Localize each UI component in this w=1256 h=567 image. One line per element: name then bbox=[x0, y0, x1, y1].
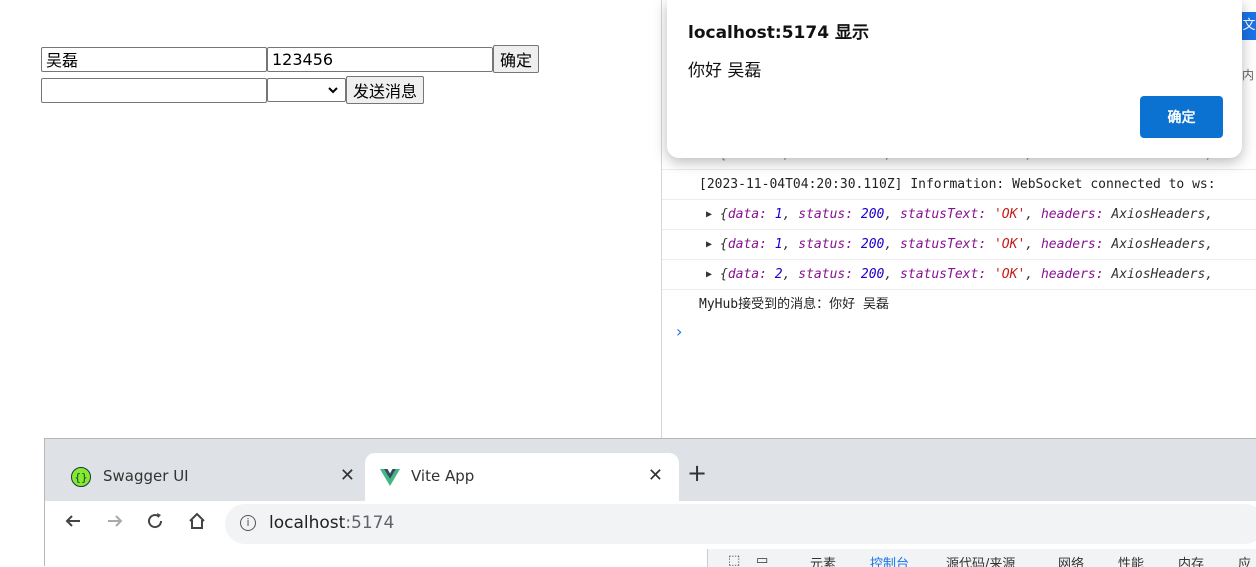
reload-icon[interactable] bbox=[145, 511, 165, 536]
console-log-text: MyHub接受到的消息：你好 吴磊 bbox=[699, 297, 889, 312]
tab-network[interactable]: 网络 bbox=[1058, 553, 1084, 567]
recipient-select[interactable] bbox=[267, 78, 346, 102]
language-button[interactable]: 文 bbox=[1242, 12, 1256, 40]
url-text: localhost:5174 bbox=[269, 513, 395, 533]
swagger-icon: {} bbox=[71, 467, 91, 487]
tab-application[interactable]: 应 bbox=[1238, 553, 1251, 567]
username-input[interactable] bbox=[41, 46, 267, 72]
forward-arrow-icon[interactable] bbox=[105, 511, 125, 536]
console-object[interactable]: {data: 1, status: 200, statusText: 'OK',… bbox=[720, 230, 1213, 259]
console-line: ▶ {data: 1, status: 200, statusText: 'OK… bbox=[662, 230, 1256, 260]
expand-triangle-icon[interactable]: ▶ bbox=[706, 200, 712, 229]
back-arrow-icon[interactable] bbox=[63, 511, 83, 536]
console-line: ▶ {data: 2, status: 200, statusText: 'OK… bbox=[662, 260, 1256, 290]
message-input[interactable] bbox=[41, 77, 267, 103]
tab-memory[interactable]: 内存 bbox=[1178, 553, 1204, 567]
devtools-device-icon[interactable]: ▭ bbox=[756, 553, 768, 567]
console-object[interactable]: {data: 1, status: 200, statusText: 'OK',… bbox=[720, 200, 1213, 229]
console-log-text: [2023-11-04T04:20:30.110Z] Information: … bbox=[699, 177, 1216, 192]
address-bar[interactable]: i localhost:5174 bbox=[225, 504, 1256, 544]
tab-vite-app[interactable]: Vite App ✕ bbox=[365, 453, 679, 501]
expand-triangle-icon[interactable]: ▶ bbox=[706, 230, 712, 259]
devtools-top-strip: 文 内 bbox=[1240, 0, 1256, 140]
alert-ok-button[interactable]: 确定 bbox=[1140, 96, 1223, 138]
tab-performance[interactable]: 性能 bbox=[1118, 553, 1144, 567]
tab-console[interactable]: 控制台 bbox=[870, 553, 909, 567]
console-line: ▶ {data: 1, status: 200, statusText: 'OK… bbox=[662, 200, 1256, 230]
tab-label: Vite App bbox=[411, 467, 475, 485]
tab-swagger-ui[interactable]: {} Swagger UI ✕ bbox=[57, 453, 371, 501]
console-prompt-icon[interactable]: › bbox=[676, 322, 682, 341]
login-row: 确定 bbox=[41, 45, 540, 73]
page-bottom-strip: ⬚ ▭ 元素 控制台 源代码/来源 网络 性能 内存 应 bbox=[45, 549, 1256, 567]
password-input[interactable] bbox=[267, 46, 493, 72]
tab-label: Swagger UI bbox=[103, 467, 189, 485]
info-icon[interactable]: i bbox=[240, 515, 256, 531]
send-message-button[interactable]: 发送消息 bbox=[346, 76, 425, 104]
svg-text:{}: {} bbox=[74, 471, 87, 484]
message-row: 发送消息 bbox=[41, 76, 425, 104]
tab-sources[interactable]: 源代码/来源 bbox=[946, 553, 1015, 567]
console-line: [2023-11-04T04:20:30.110Z] Information: … bbox=[662, 170, 1256, 200]
chevron-down-icon bbox=[327, 81, 339, 102]
alert-title: localhost:5174 显示 bbox=[688, 23, 869, 43]
devtools-tabbar: ⬚ ▭ 元素 控制台 源代码/来源 网络 性能 内存 应 bbox=[707, 549, 1256, 567]
home-icon[interactable] bbox=[187, 511, 207, 536]
vite-icon bbox=[379, 467, 400, 487]
close-icon[interactable]: ✕ bbox=[340, 465, 355, 486]
close-icon[interactable]: ✕ bbox=[648, 465, 663, 486]
console-line: MyHub接受到的消息：你好 吴磊 bbox=[662, 290, 1256, 320]
browser-toolbar: i localhost:5174 bbox=[45, 501, 1256, 549]
console-object[interactable]: {data: 2, status: 200, statusText: 'OK',… bbox=[720, 260, 1213, 289]
new-tab-icon[interactable]: + bbox=[687, 459, 707, 487]
browser-window: {} Swagger UI ✕ Vite App ✕ + i localhost… bbox=[44, 438, 1256, 567]
tab-elements[interactable]: 元素 bbox=[810, 553, 836, 567]
alert-message: 你好 吴磊 bbox=[688, 61, 762, 81]
expand-triangle-icon[interactable]: ▶ bbox=[706, 260, 712, 289]
confirm-button[interactable]: 确定 bbox=[493, 45, 540, 73]
devtools-side-label: 内 bbox=[1241, 68, 1254, 82]
devtools-select-icon[interactable]: ⬚ bbox=[728, 553, 740, 567]
alert-dialog: localhost:5174 显示 你好 吴磊 确定 bbox=[667, 0, 1242, 158]
